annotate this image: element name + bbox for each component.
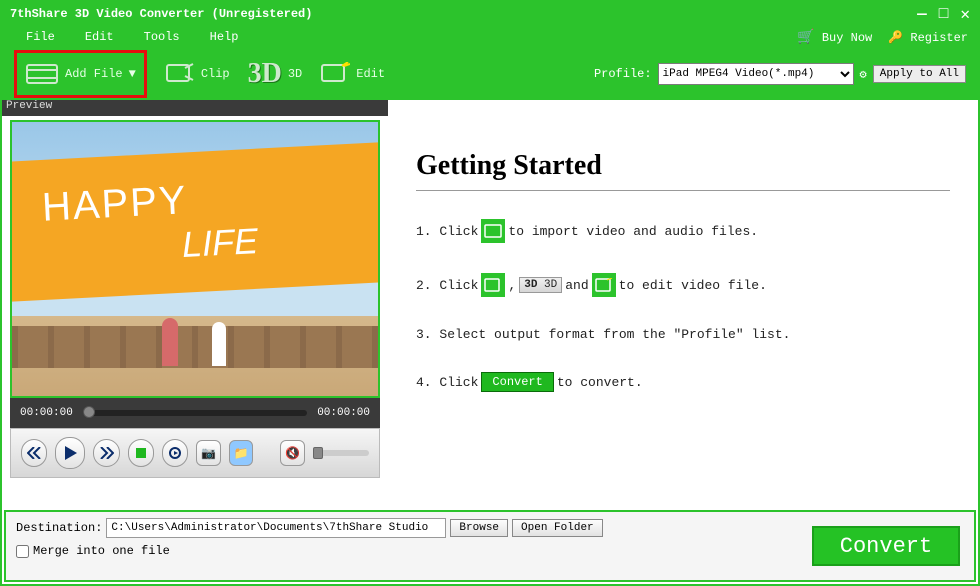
folder-button[interactable]: 📁: [229, 440, 253, 466]
convert-button[interactable]: Convert: [812, 526, 960, 566]
merge-label: Merge into one file: [33, 544, 170, 558]
step-button[interactable]: [162, 439, 188, 467]
play-button[interactable]: [55, 437, 85, 469]
menu-edit[interactable]: Edit: [85, 30, 114, 44]
maximize-button[interactable]: □: [939, 5, 949, 23]
time-end: 00:00:00: [317, 407, 370, 419]
guide-step-3: 3. Select output format from the "Profil…: [416, 327, 950, 342]
edit-button[interactable]: Edit: [320, 62, 385, 86]
app-window: 7thShare 3D Video Converter (Unregistere…: [0, 0, 980, 586]
snapshot-button[interactable]: 📷: [196, 440, 220, 466]
menu-tools[interactable]: Tools: [144, 30, 180, 44]
clip-button[interactable]: Clip: [165, 62, 230, 86]
menu-file[interactable]: File: [26, 30, 55, 44]
minimize-button[interactable]: —: [917, 5, 927, 23]
add-file-label: Add File: [65, 67, 123, 81]
film-icon: [25, 61, 59, 87]
guide-step-1: 1. Click to import video and audio files…: [416, 219, 950, 243]
preview-column: Preview HAPPY LIFE 00:00:00 00:00:00: [2, 100, 388, 488]
profile-label: Profile:: [594, 67, 652, 81]
open-folder-button[interactable]: Open Folder: [512, 519, 603, 537]
register-link[interactable]: 🔑 Register: [888, 30, 968, 45]
buy-now-link[interactable]: 🛒 Buy Now: [797, 29, 872, 46]
guide-title: Getting Started: [416, 150, 950, 182]
destination-label: Destination:: [16, 521, 102, 535]
settings-icon[interactable]: ⚙: [860, 67, 867, 82]
merge-checkbox[interactable]: [16, 545, 29, 558]
time-start: 00:00:00: [20, 407, 73, 419]
content: Preview HAPPY LIFE 00:00:00 00:00:00: [2, 100, 978, 488]
menu-help[interactable]: Help: [210, 30, 239, 44]
3d-button[interactable]: 3D 3D: [248, 58, 303, 90]
speaker-mute-icon: 🔇: [285, 446, 300, 461]
cart-icon: 🛒: [797, 30, 814, 46]
close-button[interactable]: ✕: [960, 4, 970, 24]
clip-label: Clip: [201, 67, 230, 81]
mute-button[interactable]: 🔇: [280, 440, 304, 466]
film-icon: [481, 219, 505, 243]
titlebar: 7thShare 3D Video Converter (Unregistere…: [2, 2, 978, 26]
bottom-bar: Destination: Browse Open Folder Merge in…: [4, 510, 976, 582]
guide-step-2: 2. Click , 3D 3D and to edit video file.: [416, 273, 950, 297]
preview-image: HAPPY LIFE: [10, 120, 380, 398]
window-buttons: — □ ✕: [917, 4, 970, 24]
camera-icon: 📷: [201, 446, 216, 461]
time-bar: 00:00:00 00:00:00: [10, 398, 380, 428]
profile-row: Profile: iPad MPEG4 Video(*.mp4) ⚙ Apply…: [594, 63, 966, 85]
toolbar: Add File ▼ Clip 3D 3D Edit Profile: iPad…: [2, 48, 978, 100]
add-file-button[interactable]: Add File ▼: [25, 61, 136, 87]
clip-icon: [165, 62, 195, 86]
3d-small-button: 3D 3D: [519, 277, 562, 293]
3d-icon: 3D: [248, 58, 282, 90]
dropdown-icon: ▼: [129, 67, 136, 81]
preview-header: Preview: [2, 100, 388, 116]
destination-input[interactable]: [106, 518, 446, 538]
edit-label: Edit: [356, 67, 385, 81]
browse-button[interactable]: Browse: [450, 519, 508, 537]
convert-small-button: Convert: [481, 372, 553, 392]
stop-button[interactable]: [128, 439, 154, 467]
volume-thumb[interactable]: [313, 447, 323, 459]
guide-column: Getting Started 1. Click to import video…: [388, 100, 978, 488]
edit-icon: [320, 62, 350, 86]
seek-track[interactable]: [83, 410, 307, 416]
seek-thumb[interactable]: [83, 406, 95, 418]
profile-select[interactable]: iPad MPEG4 Video(*.mp4): [658, 63, 854, 85]
add-file-highlight: Add File ▼: [14, 50, 147, 98]
clip-icon: [481, 273, 505, 297]
edit-icon: [592, 273, 616, 297]
menubar: File Edit Tools Help 🛒 Buy Now 🔑 Registe…: [2, 26, 978, 48]
key-icon: 🔑: [888, 31, 903, 45]
prev-button[interactable]: [21, 439, 47, 467]
player-controls: 📷 📁 🔇: [10, 428, 380, 478]
window-title: 7thShare 3D Video Converter (Unregistere…: [10, 7, 917, 21]
guide-step-4: 4. Click Convert to convert.: [416, 372, 950, 392]
apply-to-all-button[interactable]: Apply to All: [873, 65, 966, 83]
next-button[interactable]: [93, 439, 119, 467]
3d-label: 3D: [288, 67, 302, 81]
volume-slider[interactable]: [313, 450, 369, 456]
